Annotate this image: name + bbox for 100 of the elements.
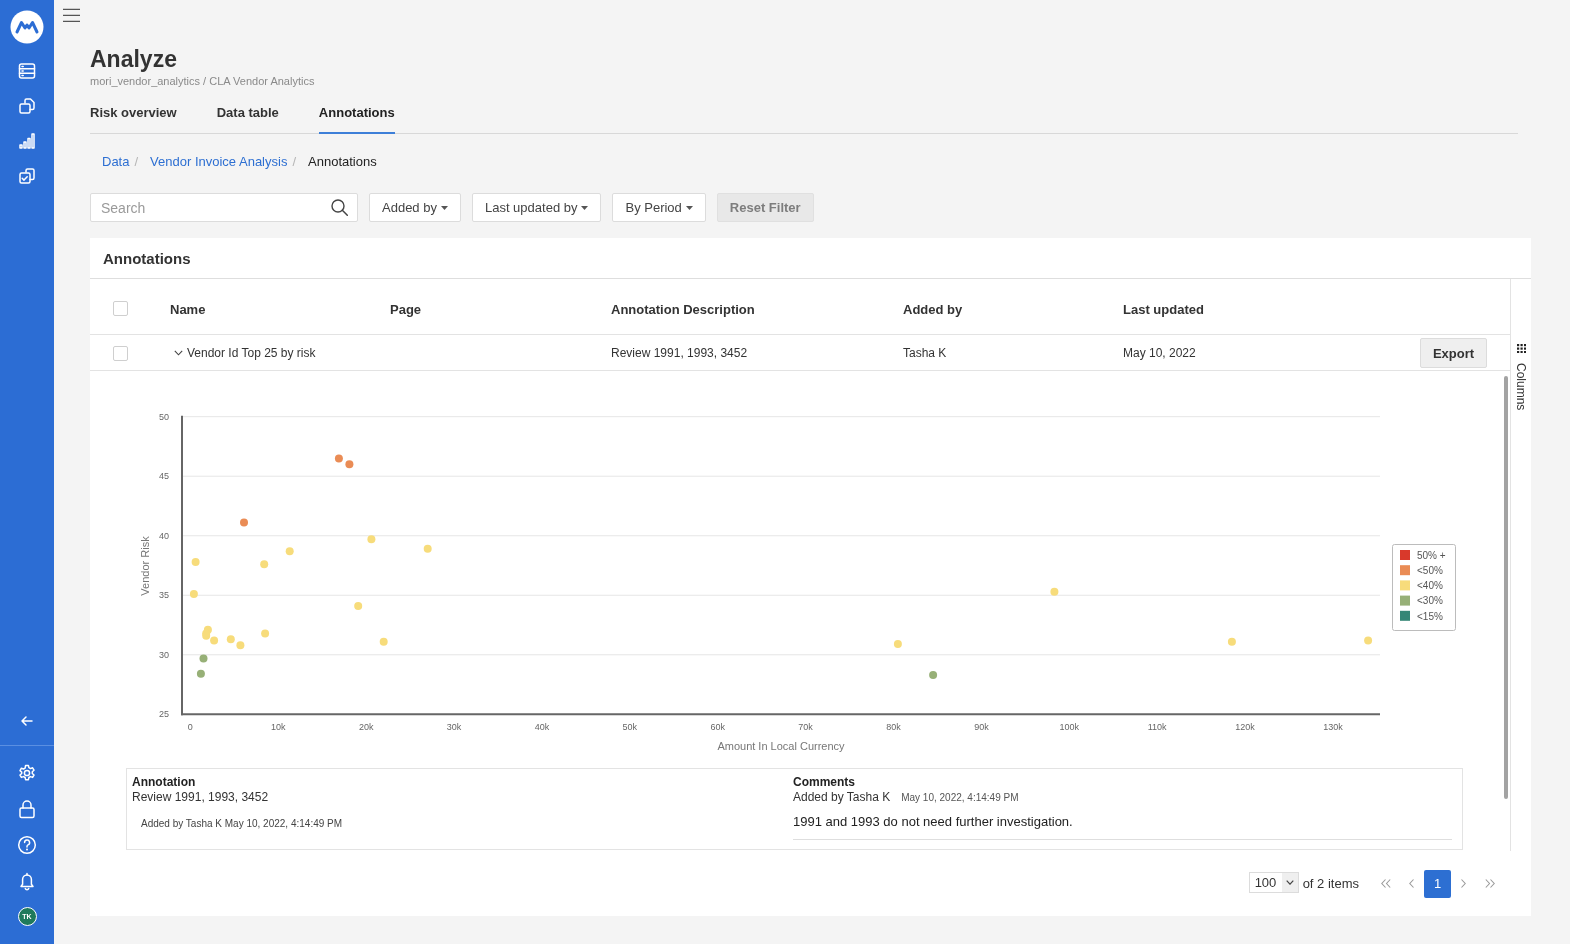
x-tick-label: 80k: [886, 722, 901, 732]
column-header: Last updated: [1123, 302, 1204, 317]
annotation-meta: Added by Tasha K May 10, 2022, 4:14:49 PM: [141, 818, 343, 830]
scrollbar-thumb[interactable]: [1504, 376, 1508, 799]
y-tick-label: 40: [159, 530, 169, 541]
page-title: Analyze: [90, 45, 177, 74]
x-tick-label: 70k: [798, 722, 813, 732]
settings-icon[interactable]: [17, 763, 37, 783]
document-check-icon[interactable]: [17, 166, 37, 186]
data-point: [1364, 636, 1373, 645]
x-tick-label: 120k: [1235, 722, 1255, 732]
column-header: Name: [170, 302, 206, 317]
export-button[interactable]: Export: [1420, 338, 1487, 368]
page-subtitle: mori_vendor_analytics / CLA Vendor Analytics: [90, 74, 315, 88]
caret-icon: [440, 205, 448, 210]
help-icon[interactable]: [17, 835, 37, 855]
tab[interactable]: Annotations: [318, 105, 395, 134]
data-point: [367, 535, 376, 544]
x-tick-label: 50k: [622, 722, 638, 732]
data-point: [334, 454, 343, 463]
server-icon[interactable]: [17, 61, 37, 81]
section-heading: Annotation: [132, 775, 196, 789]
comment-text: 1991 and 1993 do not need further investigation.: [793, 814, 1073, 830]
section-heading: Comments: [793, 775, 855, 789]
data-point: [893, 640, 902, 649]
double-chevron-right-icon[interactable]: [1485, 879, 1495, 888]
y-tick-label: 50: [159, 411, 169, 422]
legend-label: <40%: [1417, 580, 1443, 592]
y-tick-label: 45: [159, 471, 169, 482]
table-cell: May 10, 2022: [1123, 346, 1196, 360]
x-axis-title: Amount In Local Currency: [717, 740, 845, 752]
table-cell: Tasha K: [903, 346, 947, 360]
chevron-right-icon[interactable]: [1461, 879, 1466, 888]
checkbox[interactable]: [113, 345, 128, 361]
data-point: [379, 637, 388, 646]
table-cell: Review 1991, 1993, 3452: [611, 346, 748, 360]
breadcrumb-separator: /: [292, 154, 297, 170]
page-button[interactable]: 1: [1424, 869, 1451, 898]
y-axis-title: Vendor Risk: [139, 536, 151, 596]
annotation-text: Review 1991, 1993, 3452: [132, 789, 269, 805]
bell-icon[interactable]: [17, 871, 37, 891]
data-point: [199, 654, 208, 663]
data-point: [1050, 587, 1059, 596]
table-cell: Vendor Id Top 25 by risk: [187, 346, 316, 360]
chevron-left-icon[interactable]: [1409, 879, 1414, 888]
data-point: [345, 460, 354, 469]
data-point: [1227, 637, 1236, 646]
x-tick-label: 100k: [1059, 722, 1080, 732]
legend-label: <15%: [1417, 610, 1443, 622]
data-point: [929, 671, 938, 679]
x-tick-label: 20k: [358, 722, 374, 732]
caret-icon: [581, 205, 589, 210]
breadcrumb-separator: /: [134, 154, 139, 170]
data-point: [226, 635, 235, 644]
tab[interactable]: Risk overview: [90, 105, 177, 134]
x-tick-label: 40k: [534, 722, 550, 732]
pagination-summary: of 2 items: [1302, 876, 1359, 891]
tab[interactable]: Data table: [216, 105, 279, 134]
x-tick-label: 0: [187, 722, 193, 732]
grid-icon[interactable]: [1516, 344, 1526, 353]
x-tick-label: 10k: [271, 722, 286, 732]
data-point: [196, 669, 205, 678]
breadcrumb-link[interactable]: Data: [102, 154, 130, 170]
checkbox[interactable]: [113, 301, 128, 316]
search-field[interactable]: Search: [90, 193, 358, 222]
data-point: [423, 544, 432, 553]
y-tick-label: 25: [159, 709, 169, 720]
x-tick-label: 110k: [1147, 722, 1167, 732]
double-chevron-left-icon[interactable]: [1381, 879, 1391, 888]
chevron-down-icon: [1285, 879, 1294, 885]
data-point: [191, 557, 200, 566]
x-tick-label: 90k: [974, 722, 989, 732]
card-title: Annotations: [103, 249, 191, 267]
dropdown-button[interactable]: Added by: [369, 193, 461, 222]
search-icon[interactable]: [331, 199, 348, 216]
menu-icon[interactable]: [63, 8, 80, 22]
breadcrumb-link[interactable]: Vendor Invoice Analysis: [150, 154, 288, 170]
data-point: [240, 518, 248, 527]
breadcrumb-current: Annotations: [308, 154, 377, 170]
x-tick-label: 60k: [710, 722, 725, 732]
page-size-select[interactable]: 100: [1248, 871, 1299, 893]
data-point: [260, 560, 269, 569]
legend-label: 50% +: [1417, 549, 1446, 561]
dropdown-button[interactable]: Last updated by: [471, 193, 602, 222]
data-point: [261, 629, 270, 638]
lock-icon[interactable]: [17, 799, 37, 819]
comment-time: May 10, 2022, 4:14:49 PM: [901, 791, 1019, 805]
dropdown-button[interactable]: By Period: [612, 193, 706, 222]
column-header: Annotation Description: [611, 302, 755, 317]
x-tick-label: 130k: [1323, 722, 1343, 732]
chevron-icon[interactable]: [174, 350, 183, 356]
legend-label: <50%: [1417, 565, 1443, 576]
bar-chart-icon[interactable]: [17, 131, 37, 151]
data-point: [236, 641, 245, 650]
y-tick-label: 30: [159, 649, 169, 660]
columns-tab[interactable]: Columns: [1514, 363, 1528, 411]
copy-icon[interactable]: [17, 96, 37, 116]
logo-icon[interactable]: [10, 10, 44, 44]
comment-author: Added by Tasha K: [793, 789, 891, 805]
arrow-left-icon[interactable]: [20, 714, 34, 728]
